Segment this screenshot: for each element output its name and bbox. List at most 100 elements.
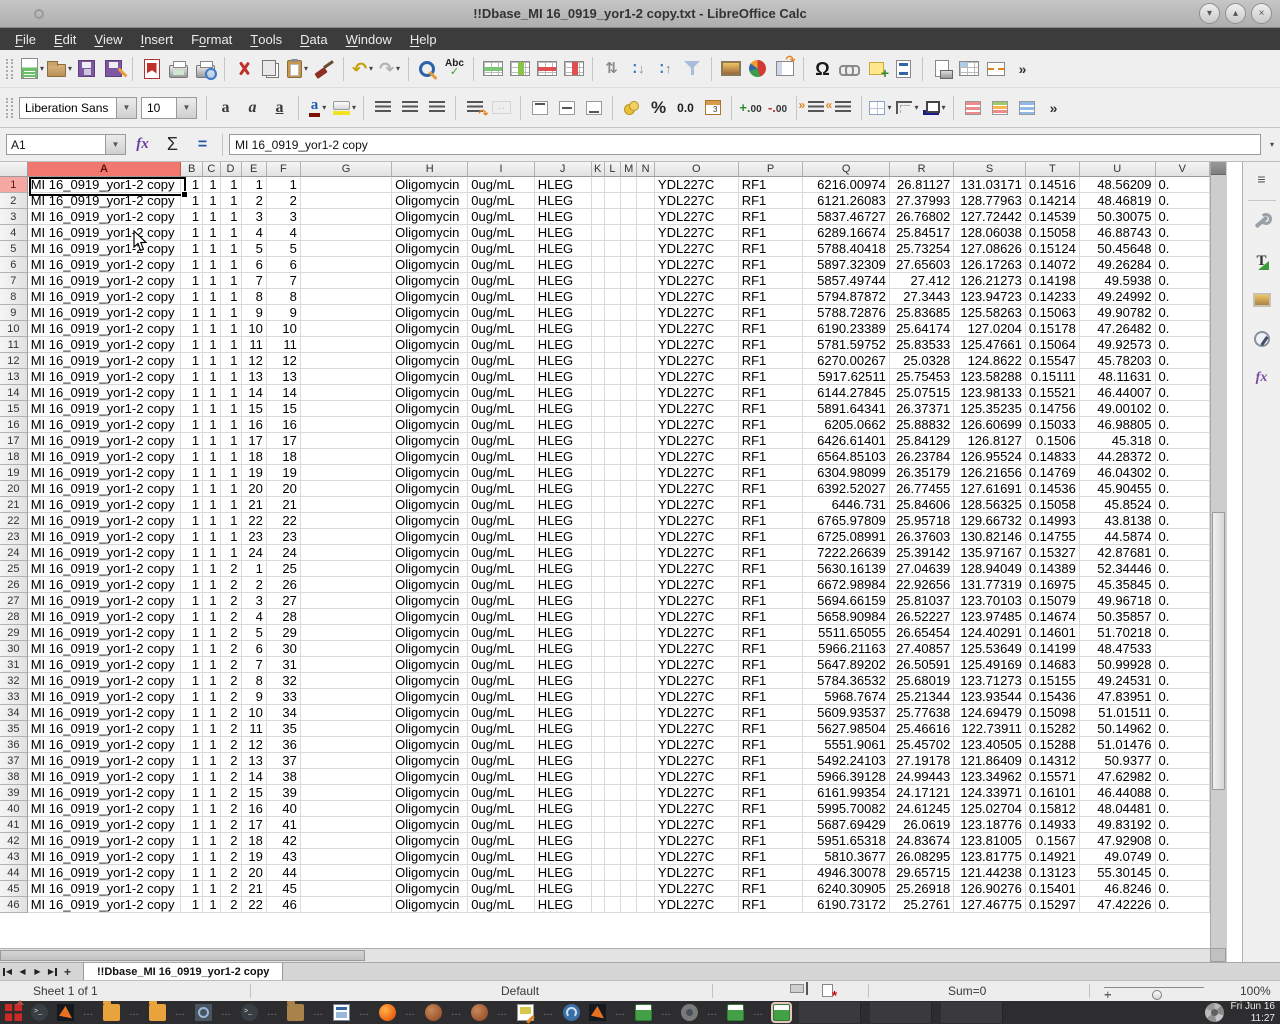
cell-B14[interactable]: 1	[181, 385, 203, 401]
cell-C28[interactable]: 1	[203, 609, 220, 625]
cell-T22[interactable]: 0.14993	[1026, 513, 1080, 529]
cell-J43[interactable]: HLEG	[535, 849, 592, 865]
cell-I1[interactable]: 0ug/mL	[468, 177, 534, 193]
cell-U37[interactable]: 50.9377	[1080, 753, 1156, 769]
cell-V7[interactable]: 0.	[1156, 273, 1210, 289]
cell-D8[interactable]: 1	[221, 289, 242, 305]
sort-descending-button[interactable]: ↑	[652, 54, 679, 84]
cell-P30[interactable]: RF1	[739, 641, 804, 657]
cell-O34[interactable]: YDL227C	[655, 705, 739, 721]
cell-N17[interactable]	[637, 433, 655, 449]
cell-H44[interactable]: Oligomycin	[392, 865, 468, 881]
row-header-44[interactable]: 44	[0, 865, 28, 881]
cell-I30[interactable]: 0ug/mL	[468, 641, 534, 657]
cell-V25[interactable]: 0.	[1156, 561, 1210, 577]
cell-Q5[interactable]: 5788.40418	[803, 241, 889, 257]
cell-A20[interactable]: MI 16_0919_yor1-2 copy	[28, 481, 182, 497]
cell-T20[interactable]: 0.14536	[1026, 481, 1080, 497]
cell-Q11[interactable]: 5781.59752	[803, 337, 889, 353]
toolbar-grip[interactable]	[6, 98, 13, 118]
cell-J28[interactable]: HLEG	[535, 609, 592, 625]
menu-file[interactable]: File	[6, 28, 45, 50]
cell-C2[interactable]: 1	[203, 193, 220, 209]
cell-A13[interactable]: MI 16_0919_yor1-2 copy	[28, 369, 182, 385]
cell-G36[interactable]	[301, 737, 392, 753]
cell-M15[interactable]	[621, 401, 637, 417]
cell-P29[interactable]: RF1	[739, 625, 804, 641]
cell-L42[interactable]	[605, 833, 622, 849]
cell-O10[interactable]: YDL227C	[655, 321, 739, 337]
cell-A7[interactable]: MI 16_0919_yor1-2 copy	[28, 273, 182, 289]
cell-T25[interactable]: 0.14389	[1026, 561, 1080, 577]
cell-V21[interactable]: 0.	[1156, 497, 1210, 513]
cell-V3[interactable]: 0.	[1156, 209, 1210, 225]
cell-M41[interactable]	[621, 817, 637, 833]
cell-Q23[interactable]: 6725.08991	[803, 529, 889, 545]
cell-H24[interactable]: Oligomycin	[392, 545, 468, 561]
cell-K7[interactable]	[592, 273, 605, 289]
cell-S6[interactable]: 126.17263	[954, 257, 1026, 273]
row-header-38[interactable]: 38	[0, 769, 28, 785]
cell-P36[interactable]: RF1	[739, 737, 804, 753]
properties-button[interactable]	[1249, 210, 1275, 234]
cell-J23[interactable]: HLEG	[535, 529, 592, 545]
cell-D34[interactable]: 2	[221, 705, 242, 721]
cell-A21[interactable]: MI 16_0919_yor1-2 copy	[28, 497, 182, 513]
cell-F1[interactable]: 1	[267, 177, 301, 193]
cell-J8[interactable]: HLEG	[535, 289, 592, 305]
cell-K18[interactable]	[592, 449, 605, 465]
cell-R5[interactable]: 25.73254	[890, 241, 954, 257]
cell-O2[interactable]: YDL227C	[655, 193, 739, 209]
cell-J41[interactable]: HLEG	[535, 817, 592, 833]
cell-G5[interactable]	[301, 241, 392, 257]
function-wizard-icon[interactable]: fx	[129, 136, 156, 153]
row-header-46[interactable]: 46	[0, 897, 28, 913]
cell-B4[interactable]: 1	[181, 225, 203, 241]
cell-B28[interactable]: 1	[181, 609, 203, 625]
cell-I39[interactable]: 0ug/mL	[468, 785, 534, 801]
cell-A33[interactable]: MI 16_0919_yor1-2 copy	[28, 689, 182, 705]
cell-O12[interactable]: YDL227C	[655, 353, 739, 369]
cell-E32[interactable]: 8	[242, 673, 267, 689]
cell-Q33[interactable]: 5968.7674	[803, 689, 889, 705]
cell-B26[interactable]: 1	[181, 577, 203, 593]
cell-U8[interactable]: 49.24992	[1080, 289, 1156, 305]
cell-Q27[interactable]: 5694.66159	[803, 593, 889, 609]
cell-L34[interactable]	[605, 705, 622, 721]
cell-P12[interactable]: RF1	[739, 353, 804, 369]
cell-C36[interactable]: 1	[203, 737, 220, 753]
cell-K4[interactable]	[592, 225, 605, 241]
cell-N34[interactable]	[637, 705, 655, 721]
cell-C27[interactable]: 1	[203, 593, 220, 609]
cell-E36[interactable]: 12	[242, 737, 267, 753]
cell-P3[interactable]: RF1	[739, 209, 804, 225]
cell-K20[interactable]	[592, 481, 605, 497]
row-header-21[interactable]: 21	[0, 497, 28, 513]
cell-T12[interactable]: 0.15547	[1026, 353, 1080, 369]
cell-C13[interactable]: 1	[203, 369, 220, 385]
cell-U29[interactable]: 51.70218	[1080, 625, 1156, 641]
cell-M19[interactable]	[621, 465, 637, 481]
cell-B41[interactable]: 1	[181, 817, 203, 833]
cell-J1[interactable]: HLEG	[535, 177, 592, 193]
cell-E40[interactable]: 16	[242, 801, 267, 817]
cell-U38[interactable]: 47.62982	[1080, 769, 1156, 785]
cell-V28[interactable]: 0.	[1156, 609, 1210, 625]
cell-N7[interactable]	[637, 273, 655, 289]
cell-P8[interactable]: RF1	[739, 289, 804, 305]
cell-S44[interactable]: 121.44238	[954, 865, 1026, 881]
cell-J32[interactable]: HLEG	[535, 673, 592, 689]
cell-I36[interactable]: 0ug/mL	[468, 737, 534, 753]
cell-O33[interactable]: YDL227C	[655, 689, 739, 705]
cell-U36[interactable]: 51.01476	[1080, 737, 1156, 753]
styles-button[interactable]: T	[1249, 249, 1275, 273]
row-header-17[interactable]: 17	[0, 433, 28, 449]
cell-U14[interactable]: 46.44007	[1080, 385, 1156, 401]
cell-A25[interactable]: MI 16_0919_yor1-2 copy	[28, 561, 182, 577]
cell-B7[interactable]: 1	[181, 273, 203, 289]
cell-I10[interactable]: 0ug/mL	[468, 321, 534, 337]
cell-J33[interactable]: HLEG	[535, 689, 592, 705]
cell-J40[interactable]: HLEG	[535, 801, 592, 817]
cell-E41[interactable]: 17	[242, 817, 267, 833]
cell-F38[interactable]: 38	[267, 769, 301, 785]
